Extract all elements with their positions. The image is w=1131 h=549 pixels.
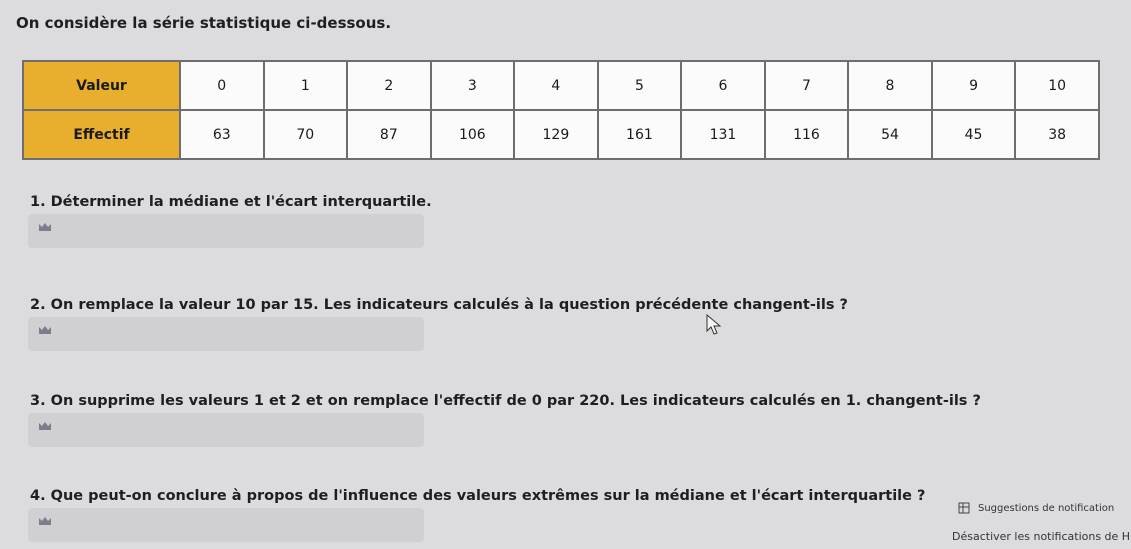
crown-icon [39,326,51,334]
statistics-table: Valeur 0 1 2 3 4 5 6 7 8 9 10 Effectif 6… [22,60,1100,160]
valeur-cell: 7 [763,60,850,111]
valeur-cell: 2 [346,60,432,111]
effectif-cell: 54 [847,109,933,160]
answer-box-4[interactable] [28,508,424,542]
question-1: 1. Déterminer la médiane et l'écart inte… [30,194,432,210]
answer-box-2[interactable] [28,317,424,351]
valeur-cell: 0 [179,60,265,111]
valeur-cell: 6 [680,60,766,111]
exercise-intro: On considère la série statistique ci-des… [16,14,392,32]
valeur-cell: 1 [262,60,349,111]
effectif-cell: 131 [680,109,766,160]
effectif-cell: 70 [262,109,349,160]
notification-settings-icon [958,502,970,514]
valeur-cell: 10 [1014,60,1100,111]
deactivate-notifications-link[interactable]: Désactiver les notifications de HP [952,530,1131,543]
crown-icon [39,422,51,430]
notification-suggestions-label: Suggestions de notification [978,502,1115,514]
effectif-cell: 116 [763,109,850,160]
crown-icon [39,223,51,231]
row-header-effectif: Effectif [22,109,181,160]
answer-box-1[interactable] [28,214,424,248]
row-header-valeur: Valeur [22,60,181,111]
notification-suggestions[interactable]: Suggestions de notification [958,502,1114,514]
valeur-cell: 4 [513,60,599,111]
effectif-cell: 106 [429,109,516,160]
question-4: 4. Que peut-on conclure à propos de l'in… [30,488,926,504]
valeur-cell: 5 [596,60,683,111]
effectif-cell: 45 [930,109,1017,160]
crown-icon [39,517,51,525]
effectif-cell: 38 [1014,109,1100,160]
valeur-cell: 3 [429,60,516,111]
effectif-row: Effectif 63 70 87 106 129 161 131 116 54… [22,109,1100,160]
valeur-cell: 8 [847,60,933,111]
effectif-cell: 161 [596,109,683,160]
effectif-cell: 129 [513,109,599,160]
effectif-cell: 63 [179,109,265,160]
effectif-cell: 87 [346,109,432,160]
question-3: 3. On supprime les valeurs 1 et 2 et on … [30,393,981,409]
valeur-row: Valeur 0 1 2 3 4 5 6 7 8 9 10 [22,60,1100,111]
answer-box-3[interactable] [28,413,424,447]
mouse-pointer-icon [706,314,722,335]
valeur-cell: 9 [930,60,1017,111]
question-2: 2. On remplace la valeur 10 par 15. Les … [30,297,848,313]
